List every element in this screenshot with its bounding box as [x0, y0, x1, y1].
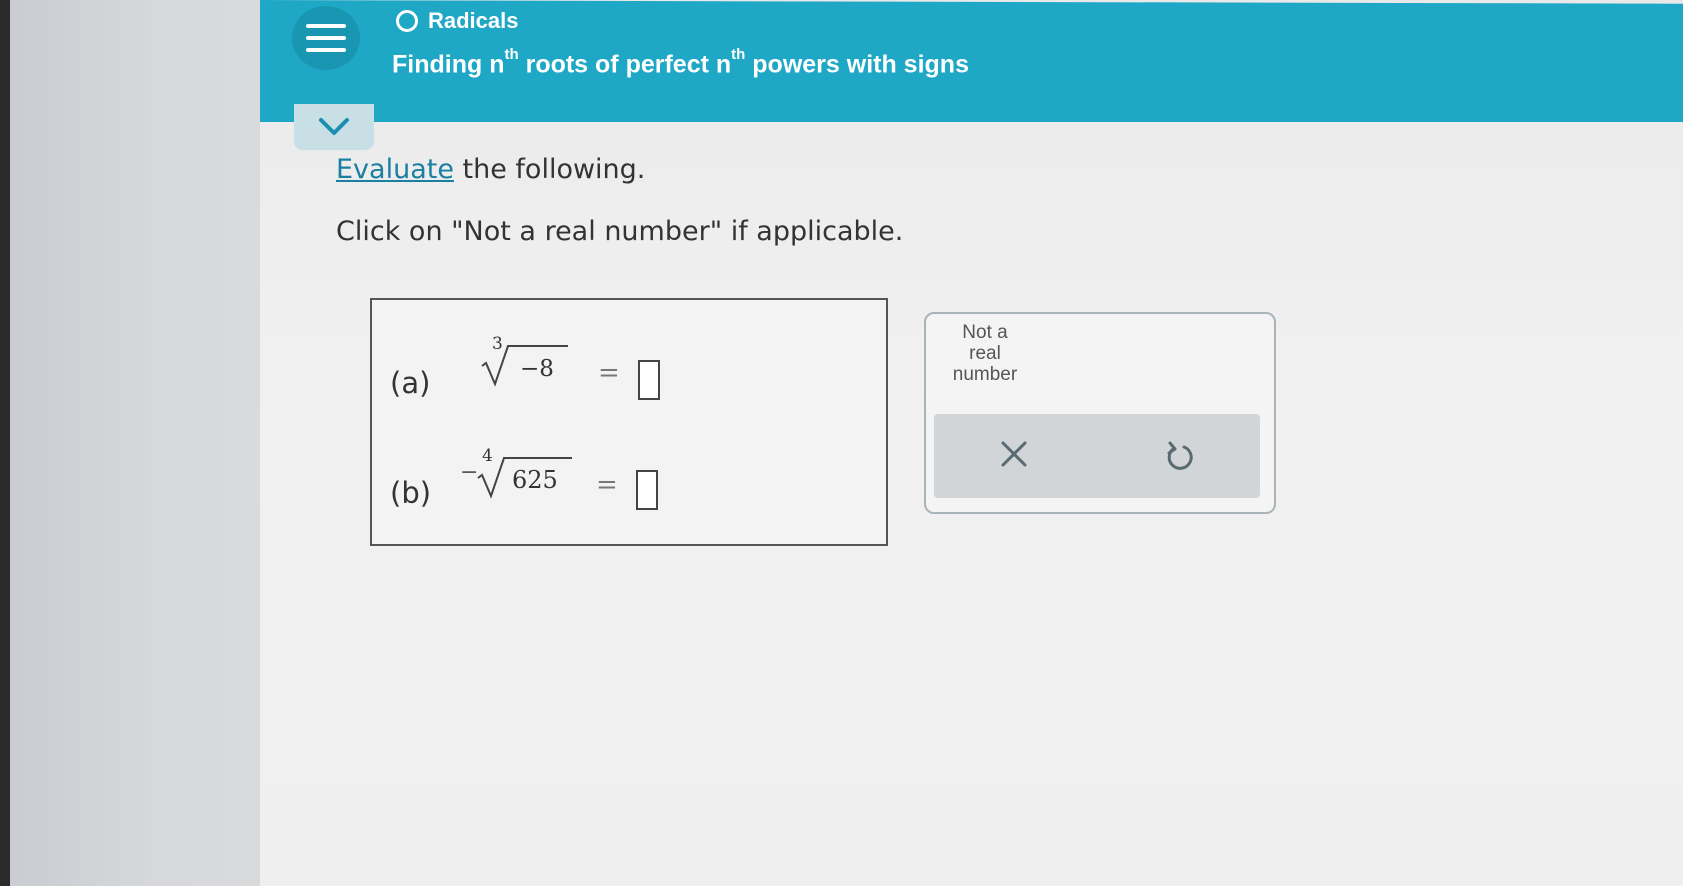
part-b-equals: =	[596, 470, 618, 500]
part-b-radicand: 625	[512, 466, 558, 494]
tools-action-bar	[934, 414, 1260, 498]
part-a-answer-input[interactable]	[638, 360, 660, 400]
undo-button[interactable]	[1164, 440, 1196, 478]
instruction-line-2: Click on "Not a real number" if applicab…	[336, 216, 904, 247]
side-panel	[10, 0, 260, 886]
part-b-answer-input[interactable]	[636, 470, 658, 510]
x-icon	[1001, 441, 1027, 467]
topic-label: Radicals	[428, 8, 519, 33]
page: Radicals Finding nth roots of perfect nt…	[0, 0, 1683, 886]
clear-button[interactable]	[1000, 440, 1028, 472]
title-sup-2: th	[731, 46, 746, 63]
not-a-real-number-button[interactable]: Not a real number	[944, 322, 1026, 392]
undo-icon	[1167, 441, 1193, 470]
title-sup-1: th	[504, 46, 519, 63]
topic-circle-icon	[396, 10, 418, 32]
hamburger-icon	[306, 24, 346, 28]
title-text-1: Finding n	[392, 50, 505, 79]
instruction-line-1: Evaluate the following.	[336, 154, 645, 185]
title-text-3: powers with signs	[745, 50, 969, 79]
page-title: Finding nth roots of perfect nth powers …	[392, 46, 969, 79]
problem-box	[370, 298, 888, 546]
not-real-line-2: real	[969, 343, 1001, 364]
part-a-equals: =	[598, 358, 620, 388]
not-real-line-1: Not a	[962, 322, 1008, 343]
not-real-line-3: number	[952, 364, 1018, 385]
menu-button[interactable]	[292, 6, 360, 70]
part-a-radicand: −8	[520, 356, 554, 382]
title-text-2: roots of perfect n	[518, 50, 732, 79]
chevron-down-icon	[319, 118, 349, 135]
topic-row: Radicals	[396, 8, 519, 34]
instruction-rest: the following.	[453, 154, 646, 185]
part-a-label: (a)	[390, 366, 431, 400]
hamburger-icon-bar	[306, 36, 346, 40]
collapse-toggle[interactable]	[294, 104, 374, 150]
hamburger-icon-bar	[306, 48, 346, 52]
part-b-label: (b)	[390, 476, 432, 510]
evaluate-link[interactable]: Evaluate	[336, 154, 454, 185]
